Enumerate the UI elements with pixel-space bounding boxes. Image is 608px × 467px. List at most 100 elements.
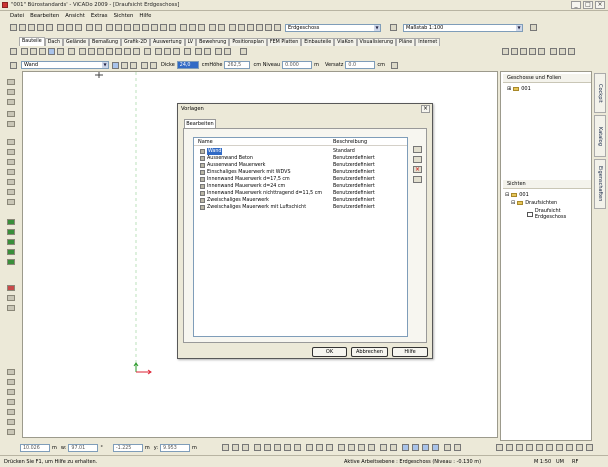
room-icon[interactable] [155, 48, 162, 55]
tab-einbauteile[interactable]: Einbauteile [301, 38, 335, 46]
opening-icon[interactable] [97, 48, 104, 55]
sichten-item[interactable]: Draufsicht Erdgeschoss [527, 208, 591, 220]
shaft-icon[interactable] [173, 48, 180, 55]
panel-tool-8-icon[interactable] [568, 48, 575, 55]
preview-icon[interactable] [46, 24, 53, 31]
menu-extras[interactable]: Extras [91, 13, 108, 19]
zoom-all-icon[interactable] [133, 24, 140, 31]
tab-auswertung[interactable]: Auswertung [149, 38, 185, 46]
minimize-button[interactable]: _ [571, 1, 581, 9]
menu-hilfe[interactable]: Hilfe [139, 13, 151, 19]
snap-3-icon[interactable] [242, 444, 249, 451]
zoom-prev-icon[interactable] [151, 24, 158, 31]
snap-32-icon[interactable] [576, 444, 583, 451]
snap-16-icon[interactable] [380, 444, 387, 451]
scale-settings-icon[interactable] [530, 24, 537, 31]
snap-29-icon[interactable] [546, 444, 553, 451]
tool-4-icon[interactable] [7, 111, 15, 117]
list-item[interactable]: Aussenwand Mauerwerk Benutzerdefiniert [194, 162, 407, 169]
tool-13-icon[interactable] [7, 295, 15, 301]
tool-17-icon[interactable] [7, 389, 15, 395]
delete-template-icon[interactable]: × [413, 166, 422, 173]
versatz-input[interactable]: 0.0 [345, 61, 376, 69]
massstab-select[interactable]: Maßstab 1:100 ▼ [403, 24, 523, 32]
tool-18-icon[interactable] [7, 399, 15, 405]
list-item[interactable]: Aussenwand Beton Benutzerdefiniert [194, 155, 407, 162]
pan-icon[interactable] [142, 24, 149, 31]
green-tool-4-icon[interactable] [7, 249, 15, 255]
tab-katalog[interactable]: Katalog [594, 115, 606, 157]
wand-icon[interactable] [48, 48, 55, 55]
redraw-icon[interactable] [169, 24, 176, 31]
tool-2-icon[interactable] [7, 89, 15, 95]
layout-5-icon[interactable] [265, 24, 272, 31]
x-coord-input[interactable]: 10.026 [20, 443, 50, 452]
snap-28-icon[interactable] [536, 444, 543, 451]
line-tool-icon[interactable] [21, 48, 28, 55]
sichten-root[interactable]: ⊟ 001 [505, 192, 529, 198]
view-3d-icon[interactable] [189, 24, 196, 31]
tool-3-icon[interactable] [7, 99, 15, 105]
snap-8-icon[interactable] [294, 444, 301, 451]
hoehe-input[interactable]: 262,5 [224, 61, 251, 69]
grid-icon[interactable] [57, 48, 64, 55]
tab-bewehrung[interactable]: Bewehrung [196, 38, 230, 46]
snap-7-icon[interactable] [284, 444, 291, 451]
maximize-button[interactable]: □ [583, 1, 593, 9]
green-tool-3-icon[interactable] [7, 239, 15, 245]
tab-bauteile[interactable]: Bauteile [19, 37, 45, 46]
cancel-button[interactable]: Abbrechen [351, 347, 388, 357]
list-item[interactable]: Zweischaliges Mauerwerk mit Luftschicht B… [194, 204, 407, 211]
cut-icon[interactable] [57, 24, 64, 31]
snap-1-icon[interactable] [222, 444, 229, 451]
tab-dach[interactable]: Dach [44, 38, 64, 46]
tool-21-icon[interactable] [7, 429, 15, 435]
new-template-icon[interactable] [413, 146, 422, 153]
snap-33-icon[interactable] [586, 444, 593, 451]
tool-19-icon[interactable] [7, 409, 15, 415]
layer-icon[interactable] [209, 24, 216, 31]
slab-icon[interactable] [88, 48, 95, 55]
pick-tool-icon[interactable] [39, 48, 46, 55]
select-arrow-icon[interactable] [10, 48, 17, 55]
bauteil-type-select[interactable]: Wand ▼ [21, 61, 109, 69]
tool-5-icon[interactable] [7, 121, 15, 127]
geschoss-select[interactable]: Erdgeschoss ▼ [285, 24, 381, 32]
list-item[interactable]: Innenwand Mauerwerk d=24 cm Benutzerdefin… [194, 183, 407, 190]
panel-tool-6-icon[interactable] [550, 48, 557, 55]
snap-31-icon[interactable] [566, 444, 573, 451]
snap-9-icon[interactable] [306, 444, 313, 451]
modify-icon[interactable] [184, 48, 191, 55]
w-coord-input[interactable]: 97.01 [68, 443, 99, 452]
tool-9-icon[interactable] [7, 169, 15, 175]
tab-gelaende[interactable]: Gelände [63, 38, 90, 46]
menu-datei[interactable]: Datei [10, 13, 24, 19]
tab-plaene[interactable]: Pläne [396, 38, 416, 46]
snap-13-icon[interactable] [348, 444, 355, 451]
paste-icon[interactable] [75, 24, 82, 31]
tool-15-icon[interactable] [7, 369, 15, 375]
layout-3-icon[interactable] [247, 24, 254, 31]
stairs-icon[interactable] [106, 48, 113, 55]
green-tool-5-icon[interactable] [7, 259, 15, 265]
tool-11-icon[interactable] [7, 189, 15, 195]
tab-visualisierung[interactable]: Visualisierung [356, 38, 397, 46]
door-icon[interactable] [133, 48, 140, 55]
snap-20-icon[interactable] [422, 444, 429, 451]
ortho-icon[interactable] [150, 61, 157, 69]
snap-2-icon[interactable] [232, 444, 239, 451]
view-2d-icon[interactable] [180, 24, 187, 31]
tool-12-icon[interactable] [7, 199, 15, 205]
split-icon[interactable] [195, 48, 202, 55]
snap-25-icon[interactable] [506, 444, 513, 451]
print-icon[interactable] [37, 24, 44, 31]
snap-12-icon[interactable] [338, 444, 345, 451]
tool-6-icon[interactable] [7, 139, 15, 145]
snap-14-icon[interactable] [358, 444, 365, 451]
panel-tool-2-icon[interactable] [511, 48, 518, 55]
help-button[interactable]: Hilfe [392, 347, 428, 357]
layer-props-icon[interactable] [218, 24, 225, 31]
menu-bearbeiten[interactable]: Bearbeiten [30, 13, 59, 19]
tab-viakon[interactable]: ViaKon [334, 38, 357, 46]
snap-icon[interactable] [141, 61, 148, 69]
